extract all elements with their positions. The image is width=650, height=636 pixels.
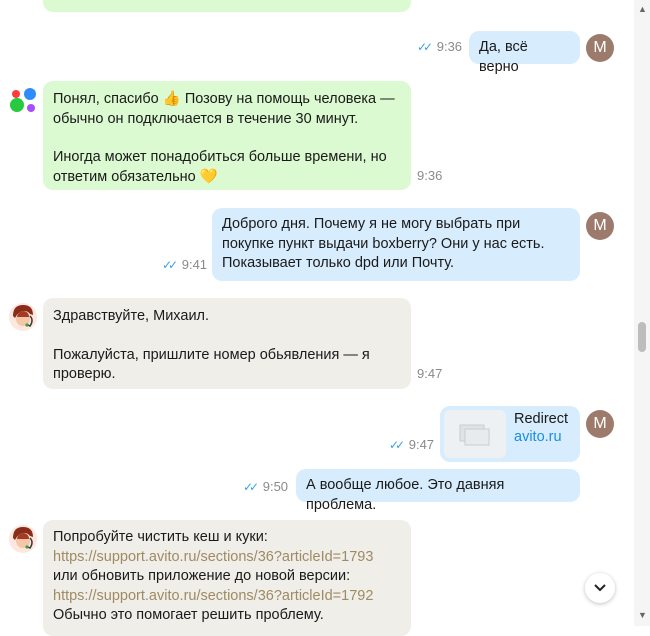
message-bubble-outgoing[interactable]: Доброго дня. Почему я не могу выбрать пр… [212, 208, 580, 281]
scroll-up-arrow-icon[interactable]: ▲ [638, 4, 647, 14]
user-avatar: М [586, 212, 614, 240]
message-text: Показывает только dpd или Почту. [222, 255, 455, 271]
link-preview-thumbnail[interactable] [444, 410, 506, 458]
scroll-down-arrow-icon[interactable]: ▼ [638, 610, 647, 620]
user-avatar: М [586, 34, 614, 62]
message-time: ✓✓ 9:36 [417, 39, 463, 54]
support-agent-icon [9, 303, 37, 331]
chevron-down-icon [594, 584, 606, 592]
chat-area: ✓✓ 9:36 Да, всё верно М Понял, спасибо 👍… [0, 0, 634, 636]
message-bubble-outgoing[interactable]: А вообще любое. Это давняя проблема. [296, 469, 580, 513]
double-check-icon: ✓✓ [417, 40, 433, 54]
user-avatar: М [586, 410, 614, 438]
support-article-link[interactable]: https://support.avito.ru/sections/36?art… [53, 587, 401, 607]
message-text: Понял, спасибо 👍 Позову на помощь челове… [53, 91, 395, 107]
image-placeholder-icon [459, 424, 490, 446]
avito-dots-logo [10, 88, 36, 112]
message-bubble-outgoing[interactable]: Да, всё верно [469, 31, 580, 75]
double-check-icon: ✓✓ [243, 480, 259, 494]
message-bubble-support[interactable]: Попробуйте чистить кеш и куки: https://s… [43, 520, 411, 636]
support-agent-icon [9, 525, 37, 553]
message-text: Здравствуйте, Михаил. [53, 308, 210, 324]
message-time: 9:36 [417, 168, 443, 183]
message-text: покупке пункт выдачи boxberry? Они у нас… [222, 235, 545, 252]
message-text: или обновить приложение до новой версии: [53, 568, 351, 584]
link-preview-title: Redirect [514, 411, 568, 427]
support-article-link[interactable]: https://support.avito.ru/sections/36?art… [53, 548, 401, 568]
message-text: ответим обязательно 💛 [53, 168, 218, 185]
scrollbar[interactable]: ▲ ▼ [634, 0, 650, 626]
message-text: А вообще любое. Это давняя проблема. [306, 477, 505, 513]
message-time: ✓✓ 9:50 [243, 479, 289, 494]
message-time: ✓✓ 9:41 [162, 257, 208, 272]
message-text: Попробуйте чистить кеш и куки: [53, 529, 268, 545]
message-bubble-bot[interactable]: Понял, спасибо 👍 Позову на помощь челове… [43, 81, 411, 190]
message-text: Да, всё верно [479, 39, 528, 75]
message-text: Иногда может понадобиться больше времени… [53, 149, 387, 165]
message-bubble-partial [43, 0, 411, 12]
link-preview-bubble[interactable]: Redirect avito.ru [440, 406, 580, 462]
message-time: 9:47 [417, 366, 443, 381]
double-check-icon: ✓✓ [389, 438, 405, 452]
message-text: обычно он подключается в течение 30 мину… [53, 110, 359, 127]
double-check-icon: ✓✓ [162, 258, 178, 272]
message-time: ✓✓ 9:47 [389, 437, 435, 452]
message-bubble-support[interactable]: Здравствуйте, Михаил. Пожалуйста, пришли… [43, 298, 411, 389]
scroll-to-bottom-button[interactable] [585, 573, 615, 603]
message-text: проверю. [53, 366, 116, 382]
link-preview-domain[interactable]: avito.ru [514, 428, 562, 448]
message-text: Доброго дня. Почему я не могу выбрать пр… [222, 216, 521, 232]
message-text: Пожалуйста, пришлите номер обьявления — … [53, 346, 370, 363]
scrollbar-thumb[interactable] [638, 322, 646, 352]
message-text: Обычно это помогает решить проблему. [53, 607, 324, 623]
